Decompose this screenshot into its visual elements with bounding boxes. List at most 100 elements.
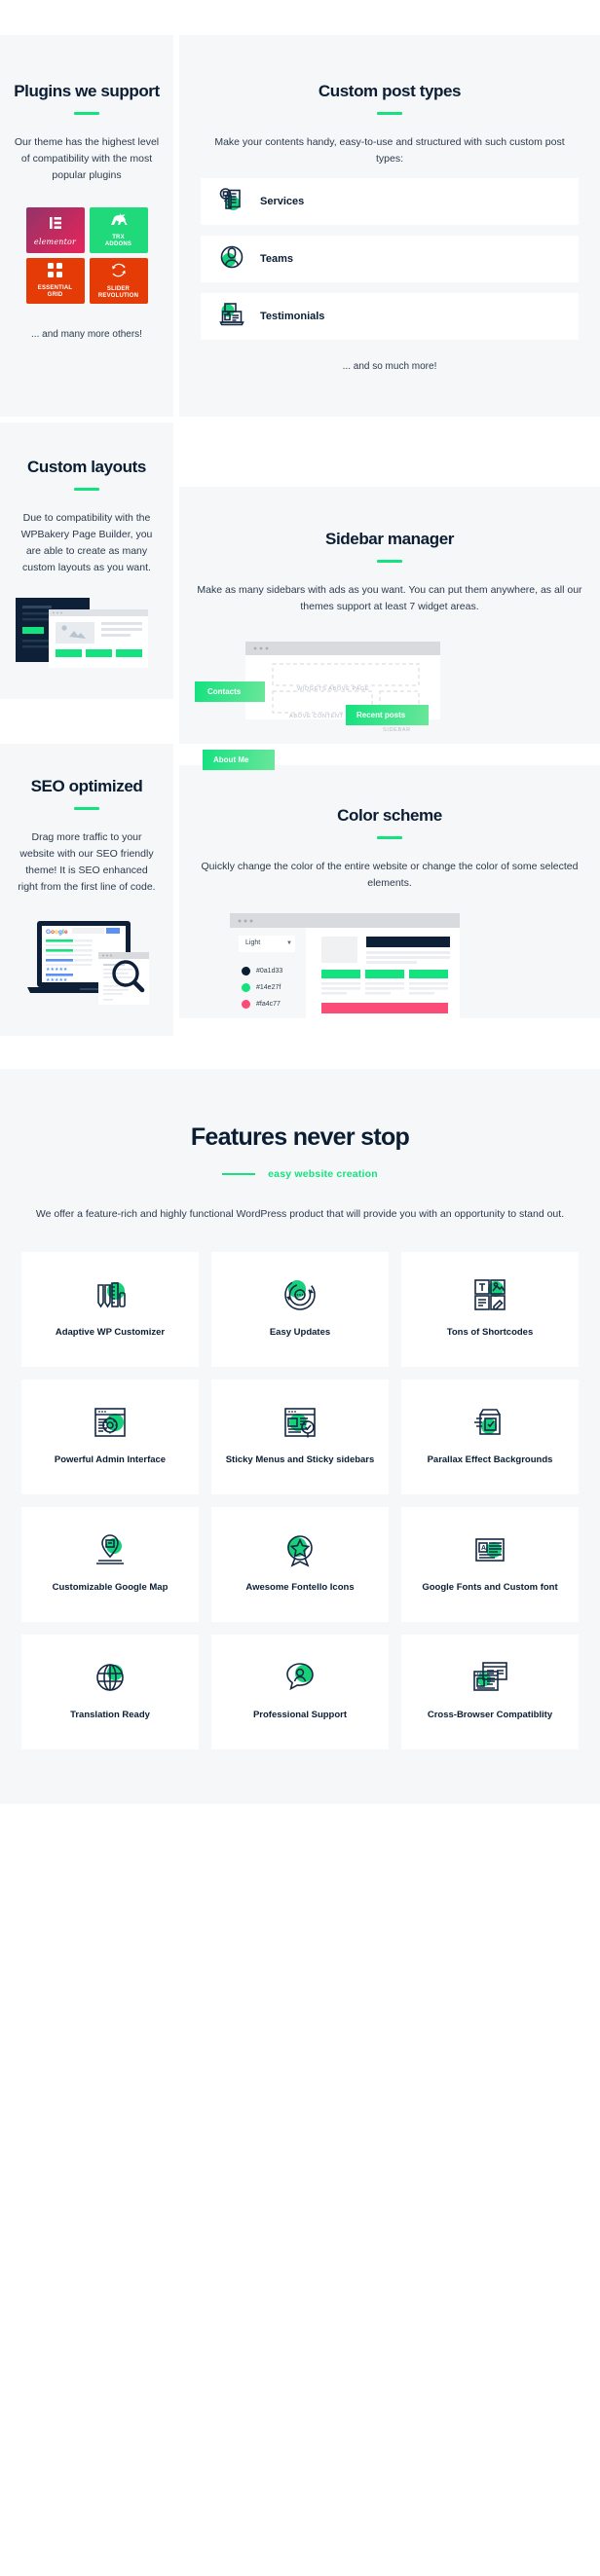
color-scheme-title: Color scheme bbox=[337, 806, 442, 825]
laptop-review-icon bbox=[217, 300, 246, 334]
open-box-icon bbox=[470, 1401, 509, 1444]
color-swatch-row[interactable]: #0a1d33 bbox=[242, 967, 282, 975]
sidebar-tag-label: About Me bbox=[213, 755, 249, 764]
widget-zone-label: SIDEBAR bbox=[383, 727, 411, 733]
post-type-label: Teams bbox=[260, 253, 294, 265]
feature-card-google-fonts[interactable]: A Google Fonts and Custom font bbox=[401, 1507, 579, 1622]
feature-label: Easy Updates bbox=[269, 1327, 331, 1338]
color-swatch-dot bbox=[242, 1000, 250, 1009]
refresh-icon bbox=[111, 263, 127, 283]
pencil-ruler-icon bbox=[91, 1273, 130, 1316]
plugins-footer: ... and many more others! bbox=[31, 329, 142, 340]
title-rule bbox=[74, 112, 99, 115]
features-heading: Features never stop bbox=[190, 1123, 410, 1151]
color-scheme-select[interactable]: Light ▼ bbox=[245, 939, 292, 946]
plugin-logo-label: elementor bbox=[33, 238, 77, 246]
feature-label: Adaptive WP Customizer bbox=[55, 1327, 166, 1338]
globe-icon bbox=[91, 1656, 130, 1699]
plugin-logo-label: ESSENTIAL bbox=[37, 285, 73, 291]
newspaper-icon: A bbox=[470, 1528, 509, 1571]
sidebar-manager-title: Sidebar manager bbox=[325, 530, 454, 548]
color-swatch-label: #fa4c77 bbox=[256, 1001, 281, 1008]
feature-card-sticky-menus[interactable]: Sticky Menus and Sticky sidebars bbox=[211, 1380, 389, 1494]
feature-card-tons-of-shortcodes[interactable]: Tons of Shortcodes bbox=[401, 1252, 579, 1367]
post-type-label: Services bbox=[260, 196, 305, 207]
band-seo-colors: SEO optimized Drag more traffic to your … bbox=[0, 744, 600, 1036]
feature-label: Customizable Google Map bbox=[52, 1582, 169, 1593]
plugins-description: Our theme has the highest level of compa… bbox=[14, 136, 160, 181]
post-type-card-teams[interactable]: Teams bbox=[201, 236, 579, 282]
star-badge-icon bbox=[281, 1528, 319, 1571]
plugin-logo-sublabel: GRID bbox=[47, 292, 63, 298]
plugin-logo-essential-grid[interactable]: ESSENTIAL GRID bbox=[25, 258, 85, 304]
sidebar-tag-label: Contacts bbox=[207, 687, 242, 696]
svg-text:★★★★★: ★★★★★ bbox=[46, 977, 68, 983]
seo-illustration: G o o g l e ★★★★★ ★★★★★ bbox=[16, 917, 158, 1011]
sidebar-tag-about-me[interactable]: About Me bbox=[203, 750, 275, 770]
dino-icon bbox=[108, 212, 130, 232]
feature-card-adaptive-wp-customizer[interactable]: Adaptive WP Customizer bbox=[21, 1252, 199, 1367]
browsers-icon bbox=[470, 1656, 509, 1699]
sidebar-tag-recent-posts[interactable]: Recent posts bbox=[346, 705, 429, 725]
widget-zone-label: WIDGETS ABOVE PAGE bbox=[297, 686, 370, 692]
widget-zone-label: ABOVE CONTENT bbox=[289, 714, 344, 719]
post-type-card-testimonials[interactable]: Testimonials bbox=[201, 293, 579, 340]
color-swatch-label: #14e27f bbox=[256, 984, 281, 991]
map-pin-icon bbox=[91, 1528, 130, 1571]
browser-check-icon bbox=[281, 1401, 319, 1444]
feature-card-easy-updates[interactable]: Easy Updates bbox=[211, 1252, 389, 1367]
feature-card-professional-support[interactable]: Professional Support bbox=[211, 1635, 389, 1749]
title-rule bbox=[74, 807, 99, 810]
color-swatch-row[interactable]: #14e27f bbox=[242, 983, 281, 992]
feature-label: Professional Support bbox=[252, 1710, 348, 1720]
title-rule bbox=[377, 112, 402, 115]
feature-label: Translation Ready bbox=[70, 1710, 150, 1720]
layouts-illustration bbox=[16, 598, 158, 674]
post-types-title: Custom post types bbox=[318, 82, 462, 100]
feature-card-customizable-google-map[interactable]: Customizable Google Map bbox=[21, 1507, 199, 1622]
post-types-description: Make your contents handy, easy-to-use an… bbox=[214, 136, 565, 165]
grid-icon bbox=[48, 263, 62, 282]
subheading-rule bbox=[222, 1172, 256, 1176]
plugin-logo-elementor[interactable]: elementor bbox=[25, 207, 85, 253]
title-rule bbox=[377, 836, 402, 839]
seo-description: Drag more traffic to your website with o… bbox=[18, 831, 156, 893]
section-custom-post-types: Custom post types Make your contents han… bbox=[179, 35, 600, 417]
elementor-icon bbox=[48, 215, 63, 236]
browser-gear-icon bbox=[91, 1401, 130, 1444]
plugin-logo-slider-revolution[interactable]: SLIDER REVOLUTION bbox=[89, 258, 148, 304]
band-layouts-sidebar: Custom layouts Due to compatibility with… bbox=[0, 423, 600, 770]
plugin-logo-sublabel: ADDONS bbox=[104, 241, 132, 247]
section-features: Features never stop easy website creatio… bbox=[0, 1069, 600, 1804]
plugin-logo-trx-addons[interactable]: TRX ADDONS bbox=[89, 207, 148, 253]
post-type-card-services[interactable]: Services bbox=[201, 178, 579, 225]
color-swatch-dot bbox=[242, 967, 250, 975]
section-seo: SEO optimized Drag more traffic to your … bbox=[0, 744, 173, 1036]
post-types-footer: ... and so much more! bbox=[342, 361, 437, 372]
color-swatch-dot bbox=[242, 983, 250, 992]
plugin-logo-grid: elementor TRX ADDONS ESSENTIAL GRID SLID… bbox=[14, 207, 160, 304]
section-custom-layouts: Custom layouts Due to compatibility with… bbox=[0, 423, 173, 699]
feature-label: Google Fonts and Custom font bbox=[422, 1582, 558, 1593]
feature-label: Parallax Effect Backgrounds bbox=[427, 1454, 553, 1465]
feature-card-parallax-effect[interactable]: Parallax Effect Backgrounds bbox=[401, 1380, 579, 1494]
svg-text:e: e bbox=[64, 929, 68, 936]
user-circle-icon bbox=[217, 242, 246, 276]
features-subheading: easy website creation bbox=[268, 1168, 378, 1180]
color-swatch-row[interactable]: #fa4c77 bbox=[242, 1000, 281, 1009]
document-check-icon bbox=[217, 185, 246, 219]
plugin-logo-sublabel: REVOLUTION bbox=[97, 292, 139, 299]
color-swatch-label: #0a1d33 bbox=[256, 968, 283, 975]
layout-blocks-icon bbox=[470, 1273, 509, 1316]
feature-label: Sticky Menus and Sticky sidebars bbox=[225, 1454, 375, 1465]
section-sidebar-manager: Sidebar manager Make as many sidebars wi… bbox=[179, 487, 600, 770]
refresh-circle-icon bbox=[281, 1273, 319, 1316]
feature-card-powerful-admin-interface[interactable]: Powerful Admin Interface bbox=[21, 1380, 199, 1494]
feature-card-translation-ready[interactable]: Translation Ready bbox=[21, 1635, 199, 1749]
color-scheme-select-value: Light bbox=[245, 939, 261, 946]
sidebar-tag-contacts[interactable]: Contacts bbox=[195, 681, 265, 702]
sidebar-tag-label: Recent posts bbox=[356, 711, 406, 719]
feature-label: Awesome Fontello Icons bbox=[245, 1582, 355, 1593]
feature-card-fontello-icons[interactable]: Awesome Fontello Icons bbox=[211, 1507, 389, 1622]
feature-card-cross-browser[interactable]: Cross-Browser Compatiblity bbox=[401, 1635, 579, 1749]
